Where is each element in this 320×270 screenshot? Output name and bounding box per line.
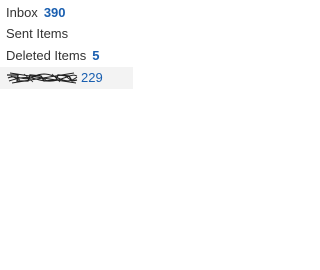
folder-label: Sent Items xyxy=(6,26,69,41)
redaction-scribble-icon xyxy=(7,72,78,84)
unread-count: 390 xyxy=(43,5,66,20)
folder-label: Inbox xyxy=(6,5,38,20)
unread-count: 229 xyxy=(81,70,103,85)
folder-pane: Inbox 390 Sent Items Deleted Items 5 229 xyxy=(0,0,271,270)
unread-count: 5 xyxy=(92,48,100,63)
redacted-folder-label xyxy=(6,72,78,84)
folder-label: Deleted Items xyxy=(6,48,87,63)
folder-item-redacted[interactable]: 229 xyxy=(0,67,133,89)
folder-item-deleted-items[interactable]: Deleted Items 5 xyxy=(0,45,140,67)
folder-item-sent-items[interactable]: Sent Items xyxy=(0,23,140,45)
folder-item-inbox[interactable]: Inbox 390 xyxy=(0,2,140,24)
